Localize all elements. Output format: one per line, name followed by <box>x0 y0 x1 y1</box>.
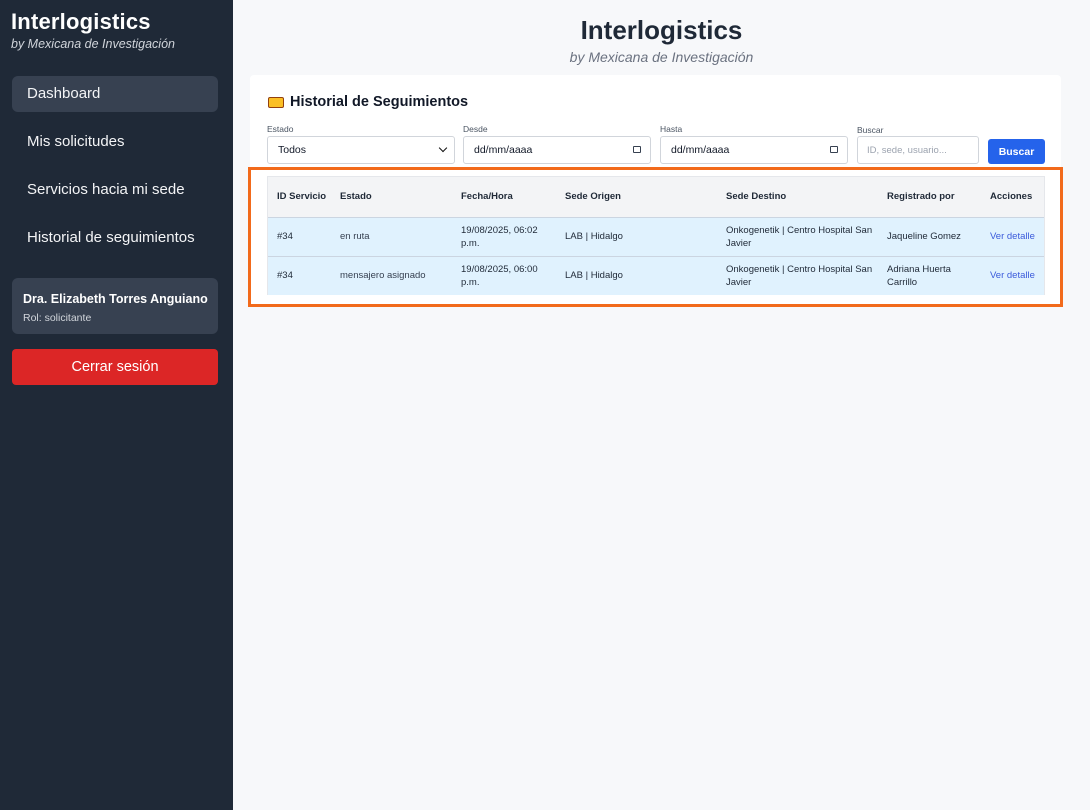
brand-subtitle: by Mexicana de Investigación <box>11 37 175 51</box>
sidebar: Interlogistics by Mexicana de Investigac… <box>0 0 233 810</box>
search-input[interactable] <box>857 136 979 164</box>
cell-destino: Onkogenetik | Centro Hospital San Javier <box>726 263 873 288</box>
header-acciones: Acciones <box>990 191 1033 203</box>
sidebar-item-dashboard[interactable]: Dashboard <box>12 76 218 112</box>
historial-table: ID Servicio Estado Fecha/Hora Sede Orige… <box>267 176 1045 295</box>
table-header-row: ID Servicio Estado Fecha/Hora Sede Orige… <box>268 177 1044 217</box>
cell-fecha: 19/08/2025, 06:00 p.m. <box>461 263 538 288</box>
cell-id: #34 <box>277 270 293 282</box>
desde-date-input[interactable]: dd/mm/aaaa <box>463 136 651 164</box>
cell-registrado: Adriana Huerta Carrillo <box>887 263 951 288</box>
cell-origen: LAB | Hidalgo <box>565 231 623 242</box>
desde-date-value: dd/mm/aaaa <box>474 144 533 156</box>
header-id-servicio: ID Servicio <box>277 191 327 203</box>
user-role: Rol: solicitante <box>23 312 92 324</box>
cell-acciones: Ver detalle <box>981 217 1044 256</box>
cell-estado: en ruta <box>340 231 370 242</box>
hasta-date-input[interactable]: dd/mm/aaaa <box>660 136 848 164</box>
hasta-date-value: dd/mm/aaaa <box>671 144 730 156</box>
search-button[interactable]: Buscar <box>988 139 1045 164</box>
user-card: Dra. Elizabeth Torres Anguiano Rol: soli… <box>12 278 218 334</box>
cell-destino: Onkogenetik | Centro Hospital San Javier <box>726 224 873 249</box>
table-row: #34 en ruta 19/08/2025, 06:02 p.m. LAB |… <box>268 217 1044 256</box>
sidebar-item-servicios-hacia-mi-sede[interactable]: Servicios hacia mi sede <box>12 172 218 208</box>
brand-title: Interlogistics <box>11 9 151 34</box>
chevron-down-icon <box>438 143 448 153</box>
folder-icon <box>268 96 284 108</box>
cell-registrado: Jaqueline Gomez <box>887 231 961 242</box>
logout-button[interactable]: Cerrar sesión <box>12 349 218 385</box>
cell-fecha: 19/08/2025, 06:02 p.m. <box>461 224 538 249</box>
cell-id: #34 <box>277 231 293 242</box>
cell-origen: LAB | Hidalgo <box>565 270 623 282</box>
sidebar-item-historial-de-seguimientos[interactable]: Historial de seguimientos <box>12 220 218 256</box>
page-subtitle: by Mexicana de Investigación <box>569 49 754 65</box>
header-sede-destino: Sede Destino <box>726 191 787 203</box>
ver-detalle-link[interactable]: Ver detalle <box>990 231 1035 242</box>
ver-detalle-link[interactable]: Ver detalle <box>990 270 1035 281</box>
hasta-label: Hasta <box>660 124 683 134</box>
estado-select-value: Todos <box>278 144 307 156</box>
desde-label: Desde <box>463 124 488 134</box>
cell-estado: mensajero asignado <box>340 270 426 282</box>
user-name: Dra. Elizabeth Torres Anguiano <box>23 292 208 306</box>
header-fecha-hora: Fecha/Hora <box>461 191 513 203</box>
cell-acciones: Ver detalle <box>981 256 1044 295</box>
header-sede-origen: Sede Origen <box>565 191 621 203</box>
buscar-label: Buscar <box>857 125 884 135</box>
header-registrado-por: Registrado por <box>887 191 955 203</box>
calendar-icon[interactable] <box>633 146 641 153</box>
estado-label: Estado <box>267 124 294 134</box>
sidebar-item-mis-solicitudes[interactable]: Mis solicitudes <box>12 124 218 160</box>
table-row: #34 mensajero asignado 19/08/2025, 06:00… <box>268 256 1044 295</box>
historial-panel: Historial de Seguimientos Estado Todos D… <box>250 75 1061 306</box>
calendar-icon[interactable] <box>830 146 838 153</box>
estado-select[interactable]: Todos <box>267 136 455 164</box>
page-title: Interlogistics <box>580 15 743 45</box>
header-estado: Estado <box>340 191 372 203</box>
panel-title-text: Historial de Seguimientos <box>290 94 469 110</box>
panel-title: Historial de Seguimientos <box>268 94 468 110</box>
